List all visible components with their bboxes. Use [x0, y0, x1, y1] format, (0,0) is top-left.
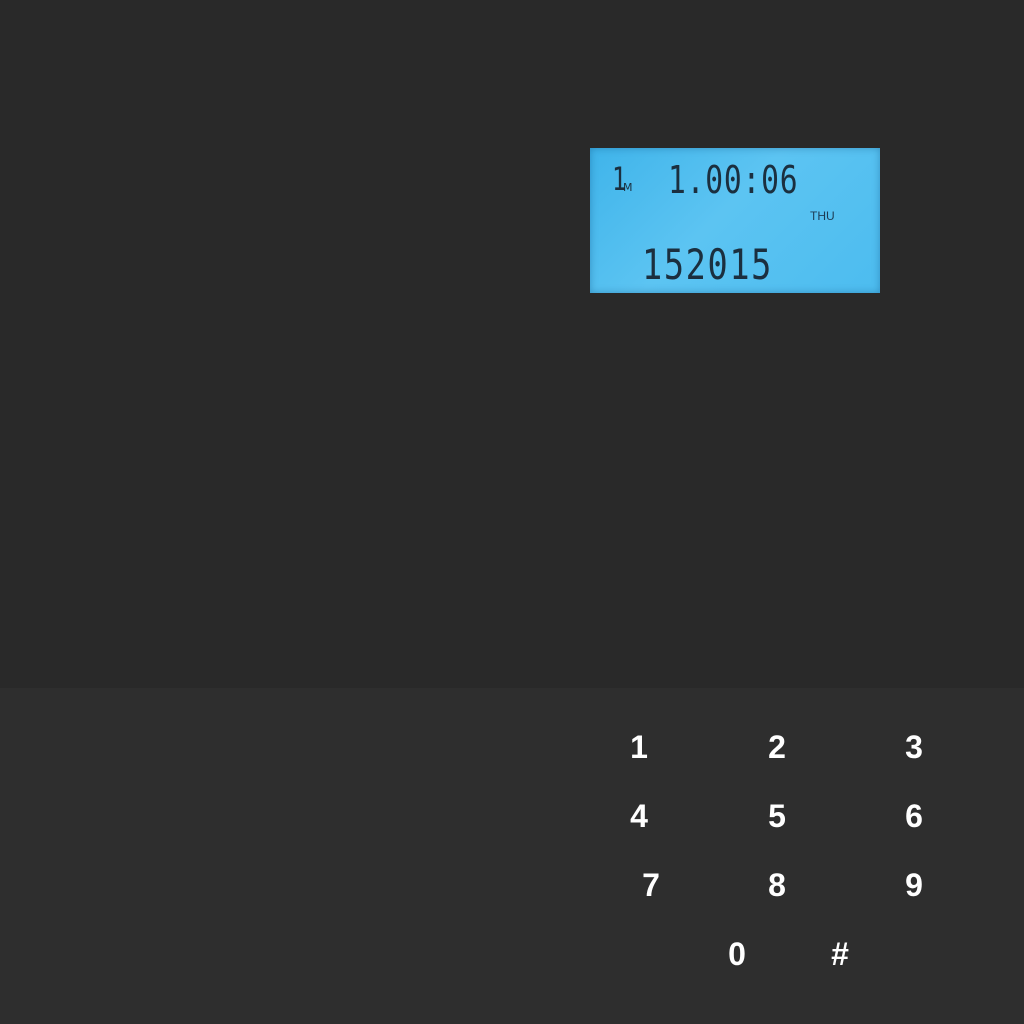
key-1[interactable]: 1 — [619, 727, 659, 767]
key-8[interactable]: 8 — [757, 865, 797, 905]
key-3[interactable]: 3 — [894, 727, 934, 767]
key-5[interactable]: 5 — [757, 796, 797, 836]
key-7[interactable]: 7 — [631, 865, 671, 905]
key-6[interactable]: 6 — [894, 796, 934, 836]
key-hash[interactable]: # — [820, 934, 860, 974]
lcd-time: 1.00:06 — [668, 158, 799, 202]
device-panel: 1 M 1.00:06 THU 152015 1 2 3 4 5 6 7 8 9… — [0, 0, 1024, 1024]
key-9[interactable]: 9 — [894, 865, 934, 905]
lcd-display: 1 M 1.00:06 THU 152015 — [590, 148, 880, 293]
lcd-day: THU — [810, 209, 835, 223]
lcd-date: 152015 — [642, 240, 773, 289]
lcd-mode-sub: M — [623, 181, 633, 194]
keypad-panel — [0, 688, 1024, 1024]
key-0[interactable]: 0 — [717, 934, 757, 974]
key-2[interactable]: 2 — [757, 727, 797, 767]
upper-panel — [0, 0, 1024, 688]
key-4[interactable]: 4 — [619, 796, 659, 836]
